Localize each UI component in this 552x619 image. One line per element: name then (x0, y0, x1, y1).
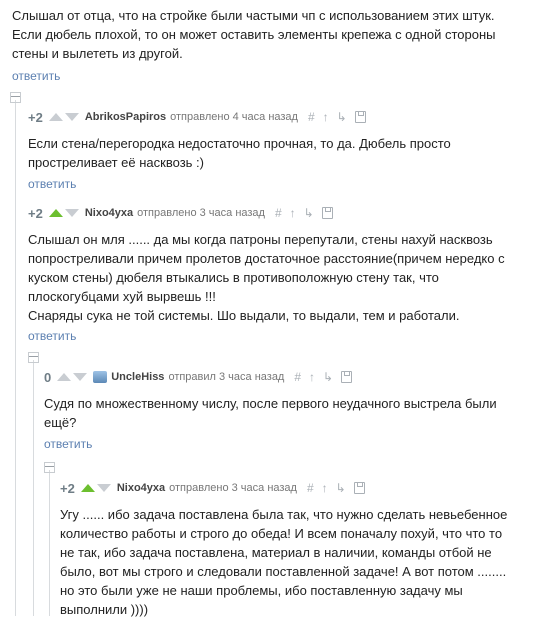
upvote-icon[interactable] (80, 484, 95, 492)
hash-icon[interactable]: # (294, 370, 301, 384)
comment: +2 Nixo4yxa отправлено 3 часа назад # ↑ … (60, 479, 542, 619)
comment: +2 Nixo4yxa отправлено 3 часа назад # ↑ … (28, 204, 542, 345)
thread-line (15, 100, 16, 616)
collapse-toggle[interactable] (44, 462, 55, 473)
comment-header: +2 Nixo4yxa отправлено 3 часа назад # ↑ … (60, 479, 542, 497)
hash-icon[interactable]: # (307, 481, 314, 495)
text-line: но это были уже не наши проблемы, ибо по… (60, 583, 463, 598)
timestamp[interactable]: отправлено 3 часа назад (137, 207, 265, 219)
text-line: Если дюбель плохой, то он может оставить… (12, 27, 496, 42)
save-icon[interactable] (321, 207, 333, 219)
reply-link[interactable]: ответить (28, 329, 76, 343)
parent-up-icon[interactable]: ↑ (309, 370, 315, 384)
comment-top: Слышал от отца, что на стройке были част… (12, 6, 542, 85)
downvote-icon[interactable] (96, 484, 111, 492)
text-line: ещё? (44, 415, 77, 430)
collapse-toggle[interactable] (10, 92, 21, 103)
timestamp[interactable]: отправлено 4 часа назад (170, 111, 298, 123)
text-line: стены и вылететь из другой. (12, 46, 183, 61)
comment: +2 AbrikosPapiros отправлено 4 часа наза… (28, 108, 542, 193)
comment-text: Слышал от отца, что на стройке были част… (12, 6, 542, 63)
downvote-icon[interactable] (73, 373, 88, 381)
collapse-toggle[interactable] (28, 352, 39, 363)
text-line: Слышал он мля ...... да мы когда патроны… (28, 232, 493, 247)
text-line: плоскогубцами хуй вырвешь !!! (28, 289, 216, 304)
text-line: куском стены) дюбеля втыкались в противо… (28, 270, 439, 285)
username[interactable]: UncleHiss (111, 371, 164, 383)
rating: +2 (28, 109, 43, 125)
branch-icon[interactable]: ↳ (323, 370, 333, 384)
branch-icon[interactable]: ↳ (337, 110, 347, 124)
comment-header: +2 AbrikosPapiros отправлено 4 часа наза… (28, 108, 542, 126)
parent-up-icon[interactable]: ↑ (322, 481, 328, 495)
text-line: простреливает её насквозь :) (28, 155, 204, 170)
timestamp[interactable]: отправлено 3 часа назад (169, 482, 297, 494)
username[interactable]: Nixo4yxa (85, 207, 133, 219)
text-line: Слышал от отца, что на стройке были част… (12, 8, 495, 23)
comment-text: Слышал он мля ...... да мы когда патроны… (28, 230, 542, 325)
avatar (93, 371, 108, 383)
text-line: Снаряды сука не той системы. Шо выдали, … (28, 308, 460, 323)
reply-link[interactable]: ответить (28, 177, 76, 191)
comment-text: Если стена/перегородка недостаточно проч… (28, 134, 542, 172)
comment-text: Судя по множественному числу, после перв… (44, 394, 542, 432)
text-line: Угу ...... ибо задача поставлена была та… (60, 507, 508, 522)
downvote-icon[interactable] (64, 113, 79, 121)
save-icon[interactable] (353, 482, 365, 494)
username[interactable]: AbrikosPapiros (85, 111, 166, 123)
comment-text: Угу ...... ибо задача поставлена была та… (60, 505, 542, 619)
timestamp[interactable]: отправил 3 часа назад (168, 371, 284, 383)
text-line: Если стена/перегородка недостаточно проч… (28, 136, 451, 151)
hash-icon[interactable]: # (275, 206, 282, 220)
text-line: Судя по множественному числу, после перв… (44, 396, 497, 411)
thread-line (49, 470, 50, 616)
parent-up-icon[interactable]: ↑ (323, 110, 329, 124)
username[interactable]: Nixo4yxa (117, 482, 165, 494)
text-line: выполнили )))) (60, 602, 149, 617)
rating: 0 (44, 369, 52, 385)
comment-header: +2 Nixo4yxa отправлено 3 часа назад # ↑ … (28, 204, 542, 222)
rating: +2 (28, 205, 43, 221)
text-line: не так, ибо задача поставлена, материал … (60, 545, 492, 560)
text-line: попростреливали причем пролетов достаточ… (28, 251, 505, 266)
save-icon[interactable] (354, 111, 366, 123)
thread-line (33, 360, 34, 616)
downvote-icon[interactable] (64, 209, 79, 217)
branch-icon[interactable]: ↳ (304, 206, 314, 220)
hash-icon[interactable]: # (308, 110, 315, 124)
rating: +2 (60, 480, 75, 496)
upvote-icon[interactable] (48, 209, 63, 217)
reply-link[interactable]: ответить (44, 437, 92, 451)
comment-header: 0 UncleHiss отправил 3 часа назад # ↑ ↳ (44, 368, 542, 386)
upvote-icon[interactable] (48, 113, 63, 121)
text-line: количество работы и строго до обеда! И в… (60, 526, 503, 541)
upvote-icon[interactable] (57, 373, 72, 381)
text-line: было, вот мы строго и следовали поставле… (60, 564, 507, 579)
comment: 0 UncleHiss отправил 3 часа назад # ↑ ↳ … (44, 368, 542, 453)
branch-icon[interactable]: ↳ (336, 481, 346, 495)
parent-up-icon[interactable]: ↑ (290, 206, 296, 220)
save-icon[interactable] (341, 371, 353, 383)
reply-link[interactable]: ответить (12, 69, 60, 83)
